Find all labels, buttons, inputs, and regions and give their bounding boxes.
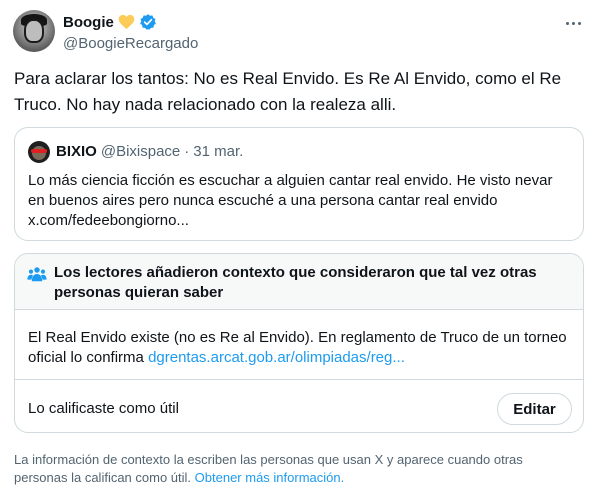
quote-text: Lo más ciencia ficción es escuchar a alg… [28,172,553,229]
community-note-title: Los lectores añadieron contexto que cons… [54,264,537,301]
community-note-divider [15,379,583,380]
author-name-row: Boogie [63,13,157,31]
edit-rating-button[interactable]: Editar [497,393,572,425]
author-avatar[interactable] [13,10,55,52]
more-options-button[interactable] [562,14,584,32]
avatar-face [24,19,44,43]
quote-avatar [28,141,50,163]
tweet: Boogie @BoogieRecargado Para aclarar los… [0,0,600,498]
quote-header: BIXIO @Bixispace · 31 mar. [56,143,243,160]
community-note-header: Los lectores añadieron contexto que cons… [15,254,583,310]
quote-date: 31 mar. [193,143,244,160]
author-display-name[interactable]: Boogie [63,14,114,31]
more-dot-icon [565,21,569,25]
community-note-source-link[interactable]: dgrentas.arcat.gob.ar/olimpiadas/reg... [148,349,405,366]
yellow-heart-icon [118,14,135,30]
quote-avatar-glasses [31,149,47,153]
more-dot-icon [577,21,581,25]
quoted-tweet[interactable]: BIXIO @Bixispace · 31 mar. Lo más cienci… [14,127,584,241]
quote-author-name: BIXIO [56,143,97,160]
rated-helpful-label: Lo calificaste como útil [28,400,179,417]
learn-more-link[interactable]: Obtener más información. [195,470,345,485]
tweet-text: Para aclarar los tantos: No es Real Envi… [14,69,562,114]
community-note-disclaimer: La información de contexto la escriben l… [14,451,574,487]
quote-separator: · [184,143,190,160]
community-note-body: El Real Envido existe (no es Re al Envid… [28,328,573,368]
quote-author-handle: @Bixispace [100,143,181,160]
verified-badge-icon [139,14,156,30]
more-dot-icon [571,21,575,25]
author-handle[interactable]: @BoogieRecargado [63,35,198,52]
community-note: Los lectores añadieron contexto que cons… [14,253,584,433]
people-icon [27,267,47,282]
